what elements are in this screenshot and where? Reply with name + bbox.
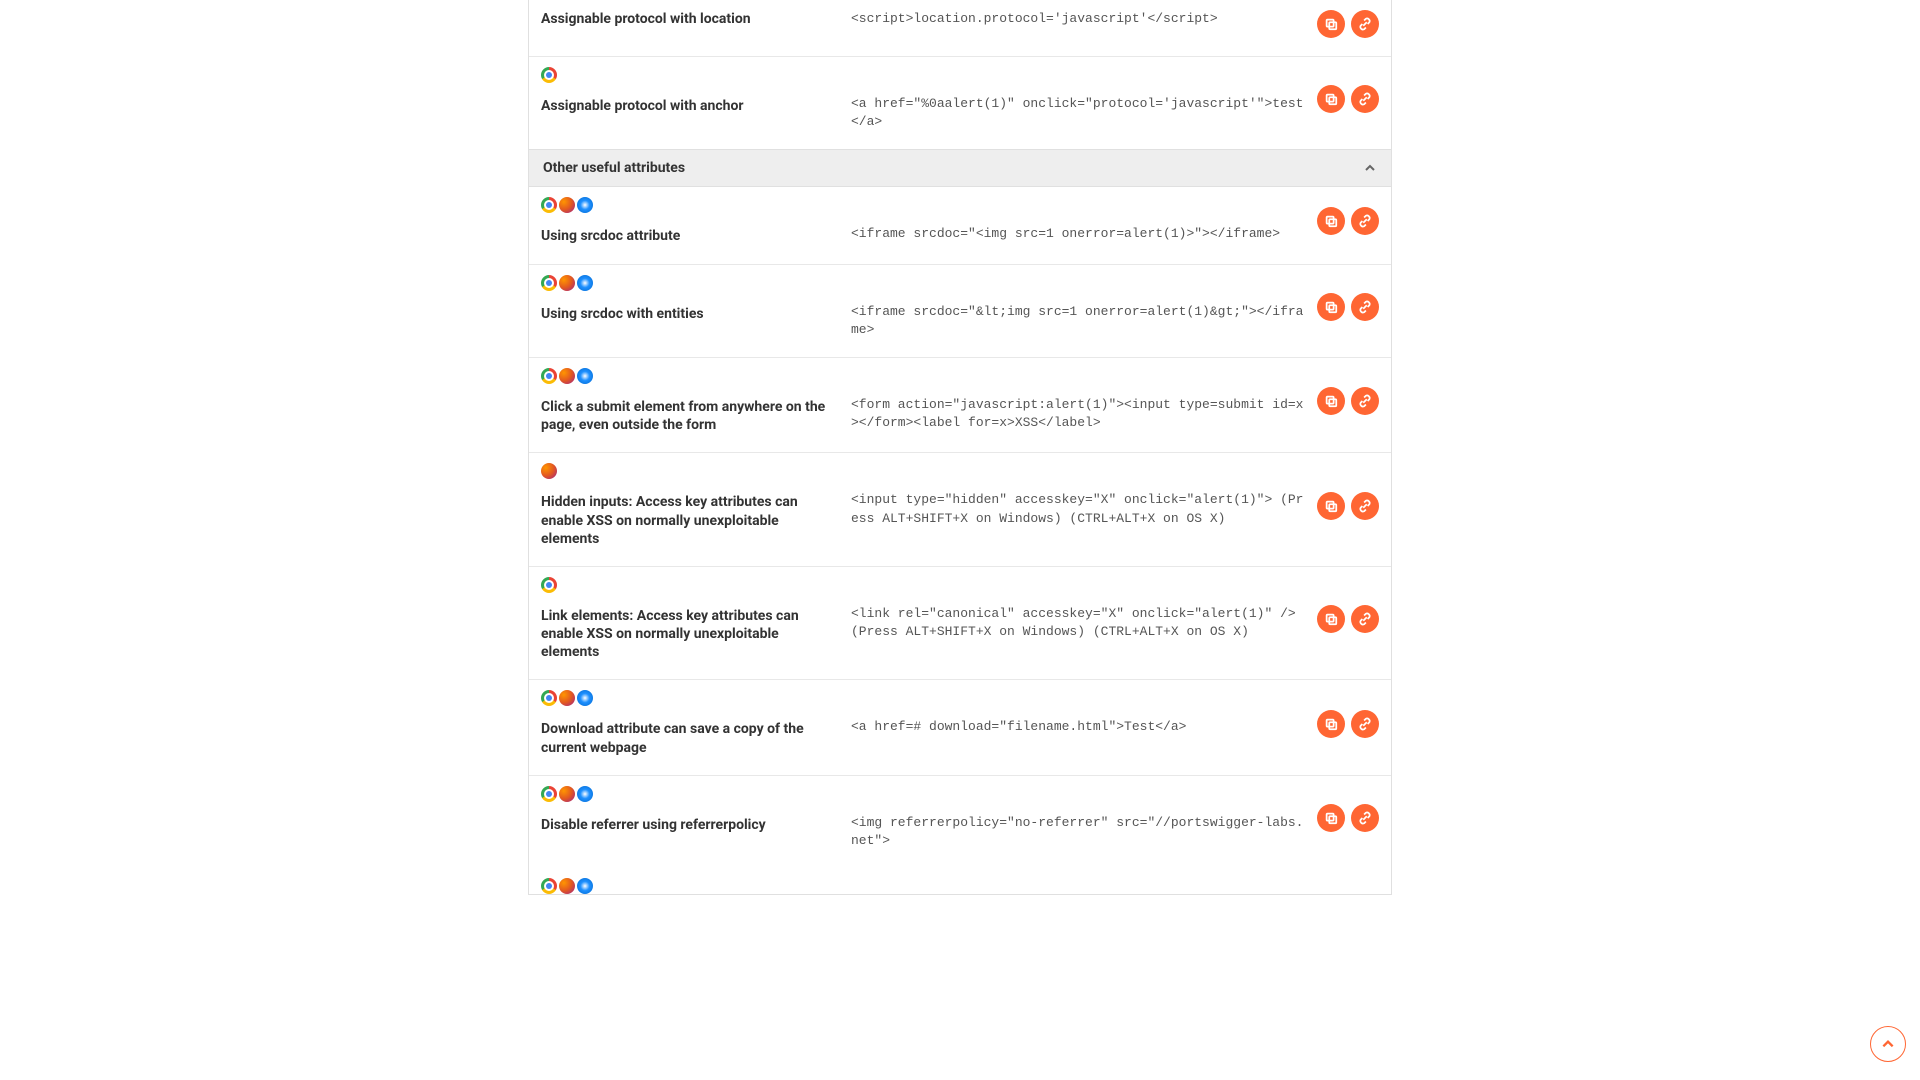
row-code: <iframe srcdoc="<img src=1 onerror=alert… [851, 197, 1305, 243]
row-title: Assignable protocol with location [541, 10, 835, 28]
cheatsheet-row: Hidden inputs: Access key attributes can… [529, 453, 1391, 567]
chrome-icon [541, 878, 557, 894]
link-button[interactable] [1351, 293, 1379, 321]
row-code: <a href=# download="filename.html">Test<… [851, 690, 1305, 736]
link-button[interactable] [1351, 804, 1379, 832]
row-left: Link elements: Access key attributes can… [541, 577, 851, 662]
section-header[interactable]: Other useful attributes [529, 149, 1391, 187]
row-left: Click a submit element from anywhere on … [541, 368, 851, 434]
chevron-up-icon [1363, 161, 1377, 175]
row-left: Using srcdoc with entities [541, 275, 851, 323]
copy-button[interactable] [1317, 293, 1345, 321]
link-button[interactable] [1351, 207, 1379, 235]
scroll-to-top-button[interactable] [1870, 1026, 1906, 1062]
chrome-icon [541, 577, 557, 593]
row-actions [1317, 605, 1379, 633]
row-left: Hidden inputs: Access key attributes can… [541, 463, 851, 548]
firefox-icon [559, 368, 575, 384]
row-left: Assignable protocol with location [541, 10, 851, 28]
row-actions [1317, 804, 1379, 832]
copy-button[interactable] [1317, 492, 1345, 520]
row-left: Download attribute can save a copy of th… [541, 690, 851, 756]
chrome-icon [541, 690, 557, 706]
firefox-icon [559, 275, 575, 291]
row-left: Disable referrer using referrerpolicy [541, 786, 851, 834]
chrome-icon [541, 67, 557, 83]
safari-icon [577, 878, 593, 894]
row-code: <input type="hidden" accesskey="X" oncli… [851, 463, 1305, 527]
safari-icon [577, 368, 593, 384]
row-title: Link elements: Access key attributes can… [541, 607, 835, 662]
safari-icon [577, 786, 593, 802]
firefox-icon [541, 463, 557, 479]
link-button[interactable] [1351, 605, 1379, 633]
row-title: Assignable protocol with anchor [541, 97, 835, 115]
link-button[interactable] [1351, 387, 1379, 415]
row-left: Assignable protocol with anchor [541, 67, 851, 115]
chrome-icon [541, 368, 557, 384]
firefox-icon [559, 197, 575, 213]
copy-button[interactable] [1317, 605, 1345, 633]
browser-list [541, 786, 835, 802]
row-actions [1317, 492, 1379, 520]
link-button[interactable] [1351, 710, 1379, 738]
browser-list [541, 197, 835, 213]
row-code: <iframe srcdoc="&lt;img src=1 onerror=al… [851, 275, 1305, 339]
row-code: <a href="%0aalert(1)" onclick="protocol=… [851, 67, 1305, 131]
row-code: <form action="javascript:alert(1)"><inpu… [851, 368, 1305, 432]
copy-button[interactable] [1317, 207, 1345, 235]
cheatsheet-row: Click a submit element from anywhere on … [529, 358, 1391, 453]
cheatsheet-row: Link elements: Access key attributes can… [529, 567, 1391, 681]
row-title: Using srcdoc attribute [541, 227, 835, 245]
safari-icon [577, 690, 593, 706]
row-title: Disable referrer using referrerpolicy [541, 816, 835, 834]
cheatsheet-row: Using srcdoc attribute <iframe srcdoc="<i… [529, 187, 1391, 264]
browser-list [541, 463, 835, 479]
row-title: Hidden inputs: Access key attributes can… [541, 493, 835, 548]
firefox-icon [559, 786, 575, 802]
firefox-icon [559, 878, 575, 894]
link-button[interactable] [1351, 85, 1379, 113]
firefox-icon [559, 690, 575, 706]
cheatsheet-container: Assignable protocol with location <script… [528, 0, 1392, 895]
browser-list [541, 368, 835, 384]
copy-button[interactable] [1317, 10, 1345, 38]
chrome-icon [541, 786, 557, 802]
row-actions [1317, 710, 1379, 738]
cheatsheet-row: Using srcdoc with entities <iframe srcdoc… [529, 265, 1391, 358]
cheatsheet-row: Assignable protocol with location <script… [529, 0, 1391, 57]
browser-list [541, 67, 835, 83]
safari-icon [577, 197, 593, 213]
row-actions [1317, 293, 1379, 321]
row-code: <link rel="canonical" accesskey="X" oncl… [851, 577, 1305, 641]
chrome-icon [541, 275, 557, 291]
next-row-browsers [529, 868, 1391, 894]
section-header-title: Other useful attributes [543, 160, 685, 176]
browser-list [541, 577, 835, 593]
cheatsheet-row: Download attribute can save a copy of th… [529, 680, 1391, 775]
row-actions [1317, 387, 1379, 415]
row-actions [1317, 85, 1379, 113]
row-left: Using srcdoc attribute [541, 197, 851, 245]
copy-button[interactable] [1317, 387, 1345, 415]
row-actions [1317, 207, 1379, 235]
cheatsheet-row: Disable referrer using referrerpolicy <im… [529, 776, 1391, 868]
row-actions [1317, 10, 1379, 38]
row-title: Using srcdoc with entities [541, 305, 835, 323]
copy-button[interactable] [1317, 710, 1345, 738]
cheatsheet-row: Assignable protocol with anchor <a href="… [529, 57, 1391, 149]
copy-button[interactable] [1317, 85, 1345, 113]
browser-list [541, 690, 835, 706]
row-title: Download attribute can save a copy of th… [541, 720, 835, 756]
row-code: <img referrerpolicy="no-referrer" src="/… [851, 786, 1305, 850]
browser-list [541, 275, 835, 291]
row-title: Click a submit element from anywhere on … [541, 398, 835, 434]
copy-button[interactable] [1317, 804, 1345, 832]
chrome-icon [541, 197, 557, 213]
safari-icon [577, 275, 593, 291]
link-button[interactable] [1351, 10, 1379, 38]
row-code: <script>location.protocol='javascript'</… [851, 10, 1305, 28]
link-button[interactable] [1351, 492, 1379, 520]
